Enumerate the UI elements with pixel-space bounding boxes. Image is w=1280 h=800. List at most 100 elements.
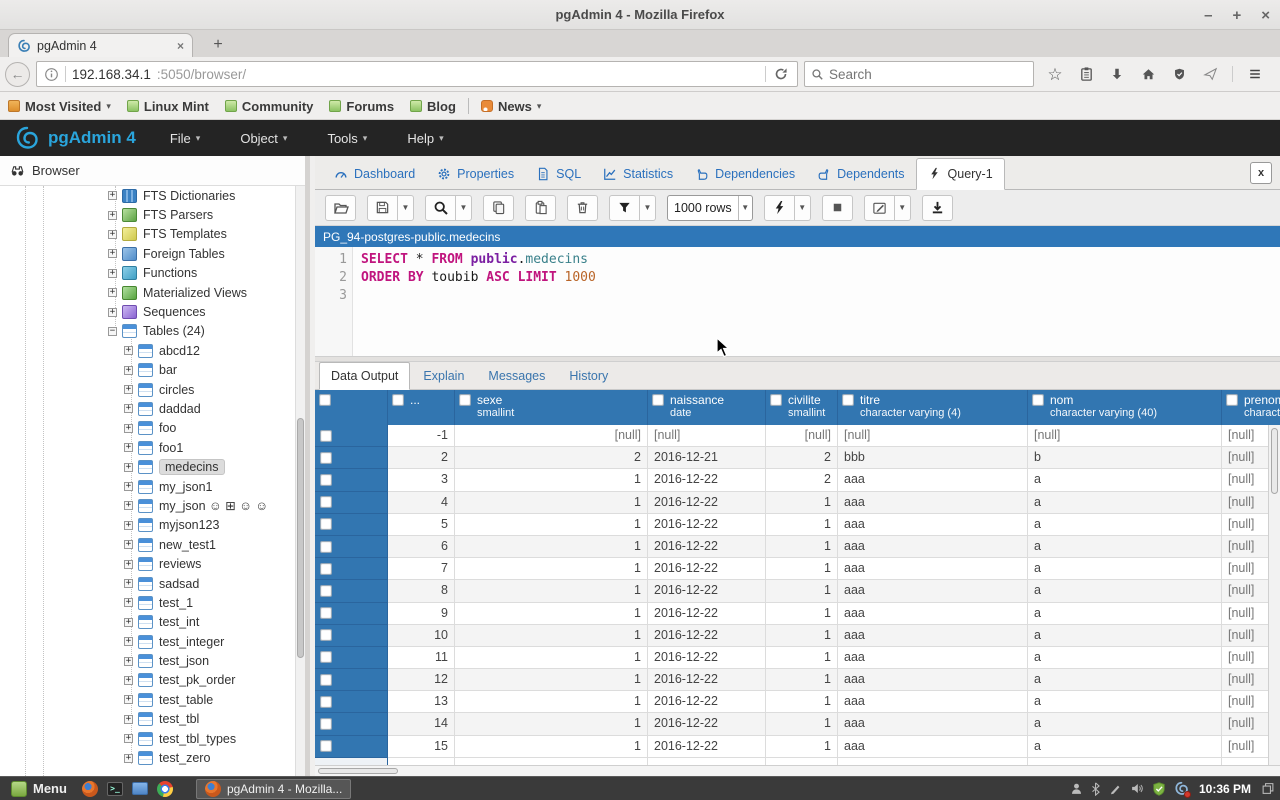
cell[interactable]: aaa bbox=[838, 625, 1028, 647]
tree-item-myjson123[interactable]: +myjson123 bbox=[0, 516, 295, 535]
row-checkbox[interactable] bbox=[320, 585, 332, 597]
tree-item-materialized-views[interactable]: +Materialized Views bbox=[0, 283, 295, 302]
cell[interactable]: 1 bbox=[766, 603, 838, 625]
cell[interactable]: 1 bbox=[766, 558, 838, 580]
terminal-launcher-icon[interactable]: >_ bbox=[107, 782, 123, 796]
cell[interactable]: 2016-12-22 bbox=[648, 736, 766, 758]
cell[interactable]: 1 bbox=[766, 625, 838, 647]
tree-item-test-tbl-types[interactable]: +test_tbl_types bbox=[0, 729, 295, 748]
row-select-cell[interactable] bbox=[315, 736, 388, 758]
filter-button[interactable] bbox=[609, 195, 640, 221]
row-checkbox[interactable] bbox=[320, 651, 332, 663]
close-button[interactable]: × bbox=[1261, 8, 1270, 23]
cell[interactable]: 1 bbox=[766, 580, 838, 602]
tree-item-functions[interactable]: +Functions bbox=[0, 264, 295, 283]
row-checkbox[interactable] bbox=[320, 518, 332, 530]
cell[interactable]: a bbox=[1028, 536, 1222, 558]
column-header-titre[interactable]: titrecharacter varying (4) bbox=[838, 390, 1028, 425]
row-checkbox[interactable] bbox=[320, 474, 332, 486]
execute-dropdown-caret[interactable]: ▼ bbox=[795, 195, 811, 221]
expand-icon[interactable]: + bbox=[124, 618, 133, 627]
cell[interactable]: [null] bbox=[766, 425, 838, 447]
tree-item-test-integer[interactable]: +test_integer bbox=[0, 632, 295, 651]
cell[interactable]: 13 bbox=[388, 691, 455, 713]
grid-hscroll-thumb[interactable] bbox=[318, 768, 398, 774]
save-button[interactable] bbox=[367, 195, 398, 221]
expand-icon[interactable]: + bbox=[124, 598, 133, 607]
cell[interactable]: 1 bbox=[766, 691, 838, 713]
maximize-button[interactable]: + bbox=[1232, 8, 1241, 23]
row-select-cell[interactable] bbox=[315, 492, 388, 514]
column-header-prenom[interactable]: prenomcharact bbox=[1222, 390, 1280, 425]
cell[interactable]: 12 bbox=[388, 669, 455, 691]
cell[interactable]: a bbox=[1028, 625, 1222, 647]
column-checkbox[interactable] bbox=[392, 394, 404, 406]
row-select-cell[interactable] bbox=[315, 469, 388, 491]
column-header-sexe[interactable]: sexesmallint bbox=[455, 390, 648, 425]
column-checkbox[interactable] bbox=[652, 394, 664, 406]
files-launcher-icon[interactable] bbox=[132, 782, 148, 795]
cell[interactable]: b bbox=[1028, 447, 1222, 469]
row-checkbox[interactable] bbox=[320, 430, 332, 442]
column-header-civilite[interactable]: civilitesmallint bbox=[766, 390, 838, 425]
cell[interactable]: 2016-12-22 bbox=[648, 669, 766, 691]
bookmark-linux-mint[interactable]: Linux Mint bbox=[127, 99, 209, 114]
cell[interactable]: a bbox=[1028, 713, 1222, 735]
tree-item-test-1[interactable]: +test_1 bbox=[0, 593, 295, 612]
cell[interactable]: aaa bbox=[838, 514, 1028, 536]
cell[interactable]: 14 bbox=[388, 713, 455, 735]
expand-icon[interactable]: + bbox=[124, 385, 133, 394]
find-button[interactable] bbox=[425, 195, 456, 221]
user-tray-icon[interactable] bbox=[1070, 782, 1083, 796]
home-icon[interactable] bbox=[1139, 65, 1157, 83]
cell[interactable]: a bbox=[1028, 580, 1222, 602]
tree-item-fts-parsers[interactable]: +FTS Parsers bbox=[0, 205, 295, 224]
cell[interactable]: 2016-12-22 bbox=[648, 558, 766, 580]
row-select-cell[interactable] bbox=[315, 603, 388, 625]
expand-icon[interactable]: + bbox=[108, 230, 117, 239]
cell[interactable]: a bbox=[1028, 647, 1222, 669]
expand-icon[interactable]: + bbox=[124, 695, 133, 704]
cell[interactable]: 1 bbox=[766, 736, 838, 758]
cell[interactable]: a bbox=[1028, 492, 1222, 514]
pgadmin-tray-icon[interactable] bbox=[1174, 781, 1189, 796]
row-checkbox[interactable] bbox=[320, 674, 332, 686]
tree-item-new-test1[interactable]: +new_test1 bbox=[0, 535, 295, 554]
cell[interactable]: a bbox=[1028, 669, 1222, 691]
cell[interactable]: 1 bbox=[766, 713, 838, 735]
row-checkbox[interactable] bbox=[320, 541, 332, 553]
cell[interactable]: 2016-12-22 bbox=[648, 536, 766, 558]
taskbar-window-button[interactable]: pgAdmin 4 - Mozilla... bbox=[196, 779, 351, 799]
tab-properties[interactable]: Properties bbox=[426, 159, 525, 189]
row-checkbox[interactable] bbox=[320, 607, 332, 619]
row-select-cell[interactable] bbox=[315, 514, 388, 536]
cell[interactable]: 2016-12-21 bbox=[648, 447, 766, 469]
cell[interactable]: aaa bbox=[838, 580, 1028, 602]
bluetooth-tray-icon[interactable] bbox=[1091, 782, 1101, 796]
cell[interactable]: 2016-12-22 bbox=[648, 469, 766, 491]
expand-icon[interactable]: + bbox=[124, 579, 133, 588]
sql-editor[interactable]: 1SELECT * FROM public.medecins2ORDER BY … bbox=[315, 247, 1280, 356]
row-select-cell[interactable] bbox=[315, 713, 388, 735]
tree-item-sadsad[interactable]: +sadsad bbox=[0, 574, 295, 593]
cell[interactable]: [null] bbox=[838, 425, 1028, 447]
expand-icon[interactable]: + bbox=[108, 308, 117, 317]
grid-vscroll-thumb[interactable] bbox=[1271, 428, 1278, 494]
cell[interactable]: aaa bbox=[838, 713, 1028, 735]
cell[interactable]: aaa bbox=[838, 492, 1028, 514]
cell[interactable]: 2 bbox=[388, 447, 455, 469]
expand-icon[interactable]: + bbox=[124, 521, 133, 530]
cell[interactable]: a bbox=[1028, 736, 1222, 758]
expand-icon[interactable]: + bbox=[124, 482, 133, 491]
expand-icon[interactable]: + bbox=[124, 443, 133, 452]
row-checkbox[interactable] bbox=[320, 740, 332, 752]
save-dropdown-caret[interactable]: ▼ bbox=[398, 195, 414, 221]
expand-icon[interactable]: + bbox=[108, 191, 117, 200]
tree-item-abcd12[interactable]: +abcd12 bbox=[0, 341, 295, 360]
cell[interactable]: [null] bbox=[1028, 425, 1222, 447]
cell[interactable]: 7 bbox=[388, 558, 455, 580]
bookmark-community[interactable]: Community bbox=[225, 99, 314, 114]
bookmark-most-visited[interactable]: Most Visited▾ bbox=[8, 99, 111, 114]
cell[interactable]: a bbox=[1028, 603, 1222, 625]
reading-list-icon[interactable] bbox=[1077, 65, 1095, 83]
